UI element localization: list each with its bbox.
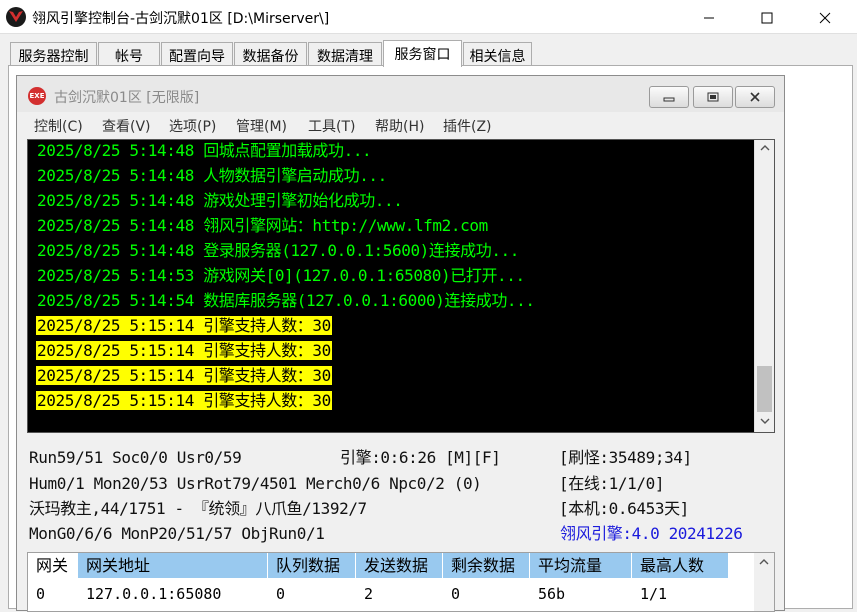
col-send-data[interactable]: 发送数据 (356, 553, 443, 578)
status-panel: Run59/51 Soc0/0 Usr0/59 引擎:0:6:26 [M][F]… (29, 442, 779, 546)
log-line-text: 2025/8/25 5:15:14 引擎支持人数：30 (36, 366, 332, 385)
log-lines: 2025/8/25 5:14:48 回城点配置加载成功... 2025/8/25 … (36, 140, 536, 413)
engine-version: 翎风引擎:4.0 20241226 (560, 524, 743, 543)
status-boss: 沃玛教主,44/1751 - 『统领』八爪鱼/1392/7 (29, 499, 367, 518)
log-line: 2025/8/25 5:15:14 引擎支持人数：30 (36, 338, 536, 363)
table-cell: 0 (451, 585, 461, 603)
inner-restore-button[interactable] (693, 86, 733, 108)
log-line: 2025/8/25 5:14:53 游戏网关[0](127.0.0.1:6508… (36, 263, 536, 288)
status-run: Run59/51 Soc0/0 Usr0/59 (29, 448, 242, 467)
status-engine-uptime: 引擎:0:6:26 [M][F] (340, 448, 501, 467)
tab-service-window[interactable]: 服务窗口 (383, 40, 462, 67)
log-line: 2025/8/25 5:15:14 引擎支持人数：30 (36, 388, 536, 413)
log-line: 2025/8/25 5:14:48 回城点配置加载成功... (36, 140, 536, 163)
window-titlebar: 翎风引擎控制台-古剑沉默01区 [D:\Mirserver\] (0, 0, 857, 34)
maximize-button[interactable] (744, 0, 790, 34)
col-gateway[interactable]: 网关 (28, 553, 78, 578)
log-line-text: 2025/8/25 5:15:14 引擎支持人数：30 (36, 316, 332, 335)
inner-close-button[interactable] (735, 86, 775, 108)
col-avg-traffic[interactable]: 平均流量 (530, 553, 632, 578)
table-cell: 1/1 (640, 585, 668, 603)
table-cell: 0 (36, 585, 46, 603)
log-line-text: 2025/8/25 5:15:14 引擎支持人数：30 (36, 391, 332, 410)
tab-data-backup[interactable]: 数据备份 (234, 42, 307, 66)
tab-related-info[interactable]: 相关信息 (463, 42, 532, 66)
menu-view[interactable]: 查看(V) (102, 116, 151, 136)
scroll-thumb[interactable] (757, 366, 772, 412)
log-line: 2025/8/25 5:14:48 翎风引擎网站：http://www.lfm2… (36, 213, 536, 238)
service-window-title: 古剑沉默01区 [无限版] (54, 90, 200, 106)
scroll-down-icon[interactable] (755, 415, 774, 432)
log-line: 2025/8/25 5:14:48 登录服务器(127.0.0.1:5600)连… (36, 238, 536, 263)
menu-tools[interactable]: 工具(T) (308, 116, 355, 136)
status-local-uptime: [本机:0.6453天] (559, 499, 689, 518)
close-button[interactable] (802, 0, 848, 34)
menu-control[interactable]: 控制(C) (34, 116, 83, 136)
app-logo-icon (6, 7, 26, 27)
menu-help[interactable]: 帮助(H) (375, 116, 424, 136)
tab-account[interactable]: 帐号 (98, 42, 160, 66)
scroll-up-icon[interactable] (755, 142, 774, 159)
table-cell: 2 (364, 585, 374, 603)
menu-manage[interactable]: 管理(M) (236, 116, 287, 136)
log-scrollbar[interactable] (754, 140, 774, 432)
log-line-text: 2025/8/25 5:14:48 翎风引擎网站：http://www.lfm2… (37, 216, 488, 235)
menu-options[interactable]: 选项(P) (169, 116, 216, 136)
table-cell: 127.0.0.1:65080 (86, 585, 222, 603)
tab-bar: 服务器控制 帐号 配置向导 数据备份 数据清理 服务窗口 相关信息 (0, 40, 857, 67)
tab-server-control[interactable]: 服务器控制 (10, 42, 97, 66)
exe-icon: EXE (28, 87, 46, 105)
status-hum-mon: Hum0/1 Mon20/53 UsrRot79/4501 Merch0/6 N… (29, 474, 482, 493)
col-queue-data[interactable]: 队列数据 (268, 553, 356, 578)
col-gateway-address[interactable]: 网关地址 (78, 553, 268, 578)
log-line: 2025/8/25 5:14:48 人物数据引擎启动成功... (36, 163, 536, 188)
inner-minimize-button[interactable] (649, 86, 689, 108)
log-line-text: 2025/8/25 5:14:48 回城点配置加载成功... (37, 141, 372, 160)
scroll-up-icon[interactable] (754, 553, 774, 572)
status-spawn: [刷怪:35489;34] (559, 448, 692, 467)
log-line: 2025/8/25 5:15:14 引擎支持人数：30 (36, 363, 536, 388)
log-line-text: 2025/8/25 5:14:48 游戏处理引擎初始化成功... (37, 191, 403, 210)
window-title: 翎风引擎控制台-古剑沉默01区 [D:\Mirserver\] (32, 11, 330, 27)
log-line: 2025/8/25 5:14:54 数据库服务器(127.0.0.1:6000)… (36, 288, 536, 313)
log-console[interactable]: 2025/8/25 5:14:48 回城点配置加载成功... 2025/8/25 … (27, 139, 775, 433)
log-line: 2025/8/25 5:14:48 游戏处理引擎初始化成功... (36, 188, 536, 213)
gateway-table[interactable]: 网关 网关地址 队列数据 发送数据 剩余数据 平均流量 最高人数 0 127.0… (27, 552, 775, 612)
log-line: 2025/8/25 5:15:14 引擎支持人数：30 (36, 313, 536, 338)
col-remaining-data[interactable]: 剩余数据 (443, 553, 530, 578)
table-scrollbar[interactable] (754, 553, 774, 611)
tab-config-wizard[interactable]: 配置向导 (161, 42, 233, 66)
service-window: EXE 古剑沉默01区 [无限版] 控制(C) 查看(V) 选项(P) 管理(M… (16, 75, 785, 612)
status-online: [在线:1/1/0] (559, 474, 665, 493)
table-cell: 0 (276, 585, 286, 603)
minimize-button[interactable] (686, 0, 732, 34)
log-line-text: 2025/8/25 5:15:14 引擎支持人数：30 (36, 341, 332, 360)
col-max-users[interactable]: 最高人数 (632, 553, 728, 578)
menu-bar: 控制(C) 查看(V) 选项(P) 管理(M) 工具(T) 帮助(H) 插件(Z… (17, 112, 784, 137)
service-window-titlebar: EXE 古剑沉默01区 [无限版] (17, 76, 784, 112)
log-line-text: 2025/8/25 5:14:53 游戏网关[0](127.0.0.1:6508… (37, 266, 525, 285)
log-line-text: 2025/8/25 5:14:54 数据库服务器(127.0.0.1:6000)… (37, 291, 535, 310)
log-line-text: 2025/8/25 5:14:48 人物数据引擎启动成功... (37, 166, 387, 185)
table-cell: 56b (538, 585, 566, 603)
menu-plugins[interactable]: 插件(Z) (443, 116, 492, 136)
tab-data-cleanup[interactable]: 数据清理 (308, 42, 382, 66)
status-mon-obj: MonG0/6/6 MonP20/51/57 ObjRun0/1 (29, 524, 325, 543)
log-line-text: 2025/8/25 5:14:48 登录服务器(127.0.0.1:5600)连… (37, 241, 520, 260)
